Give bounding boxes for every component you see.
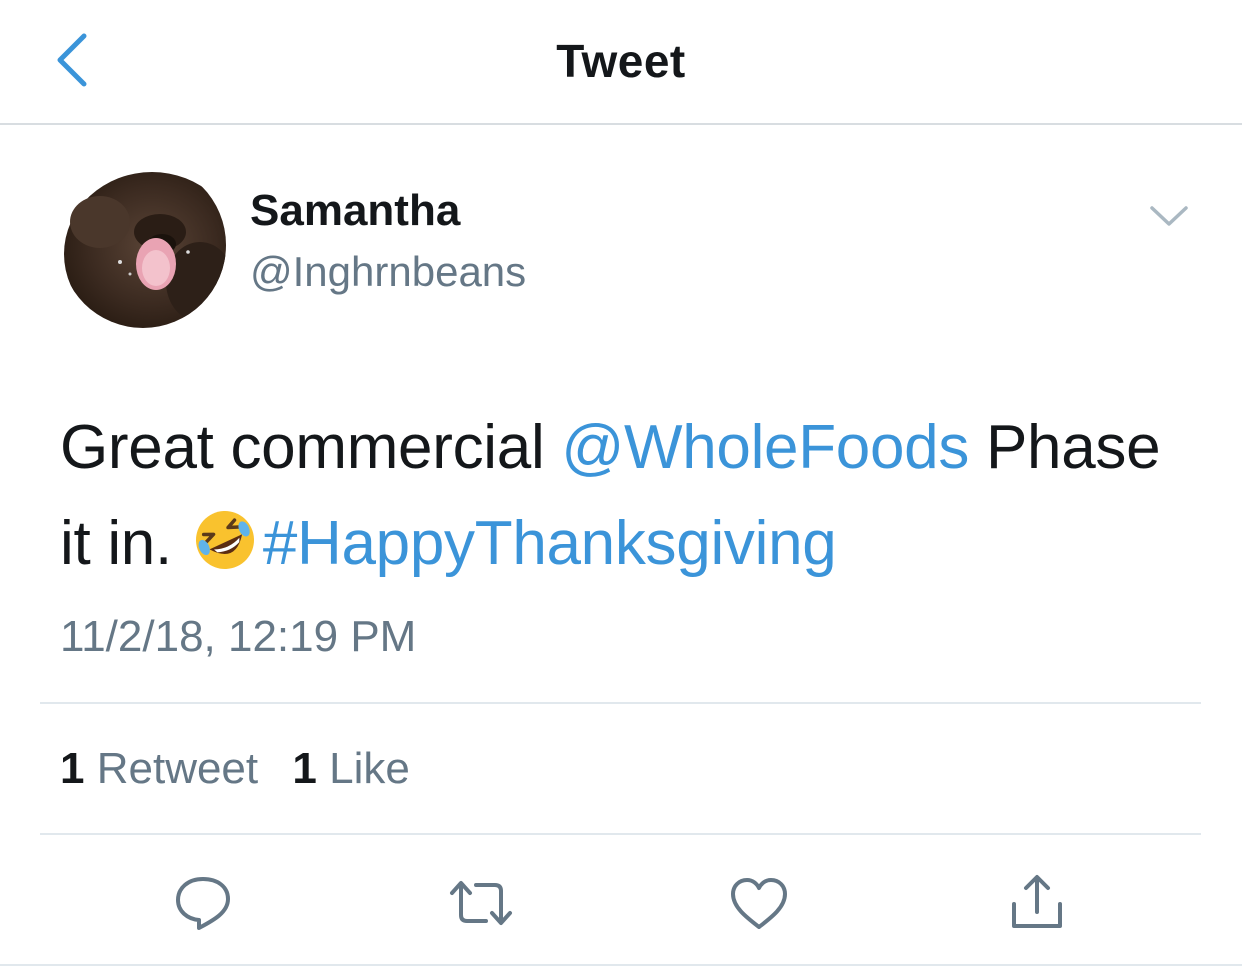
- divider: [40, 702, 1201, 704]
- hashtag-link[interactable]: #HappyThanksgiving: [263, 509, 837, 578]
- retweet-label: Retweet: [96, 744, 259, 793]
- heart-icon: [731, 878, 787, 929]
- share-icon: [1012, 875, 1062, 928]
- chevron-down-icon: [1150, 206, 1188, 226]
- divider: [40, 833, 1201, 835]
- tweet-text: Great commercial @WholeFoods Phase it in…: [60, 400, 1200, 592]
- like-label: Like: [329, 744, 410, 793]
- retweet-count: 1: [60, 744, 85, 793]
- navigation-bar: Tweet: [0, 0, 1242, 125]
- avatar[interactable]: [60, 162, 226, 328]
- tweet-timestamp: 11/2/18, 12:19 PM: [60, 612, 417, 661]
- reply-button[interactable]: [168, 870, 238, 936]
- tweet-menu-button[interactable]: [1146, 196, 1192, 236]
- author-handle[interactable]: @Inghrnbeans: [250, 248, 526, 296]
- like-button[interactable]: [724, 870, 794, 936]
- author-name[interactable]: Samantha: [250, 186, 460, 236]
- action-bar: [0, 862, 1242, 942]
- rolling-laughing-emoji-icon: [193, 504, 257, 569]
- likes-stat[interactable]: 1 Like: [292, 744, 409, 793]
- tweet-stats: 1 Retweet 1 Like: [60, 744, 432, 794]
- divider: [0, 964, 1242, 966]
- retweet-icon: [450, 881, 512, 925]
- avatar-image: [60, 162, 226, 328]
- page-title: Tweet: [556, 35, 686, 87]
- like-count: 1: [292, 744, 317, 793]
- tweet-text-part: Great commercial: [60, 413, 562, 482]
- retweets-stat[interactable]: 1 Retweet: [60, 744, 258, 793]
- share-button[interactable]: [1002, 870, 1072, 936]
- mention-link[interactable]: @WholeFoods: [561, 413, 969, 482]
- retweet-button[interactable]: [446, 870, 516, 936]
- reply-bubble-icon: [176, 877, 230, 930]
